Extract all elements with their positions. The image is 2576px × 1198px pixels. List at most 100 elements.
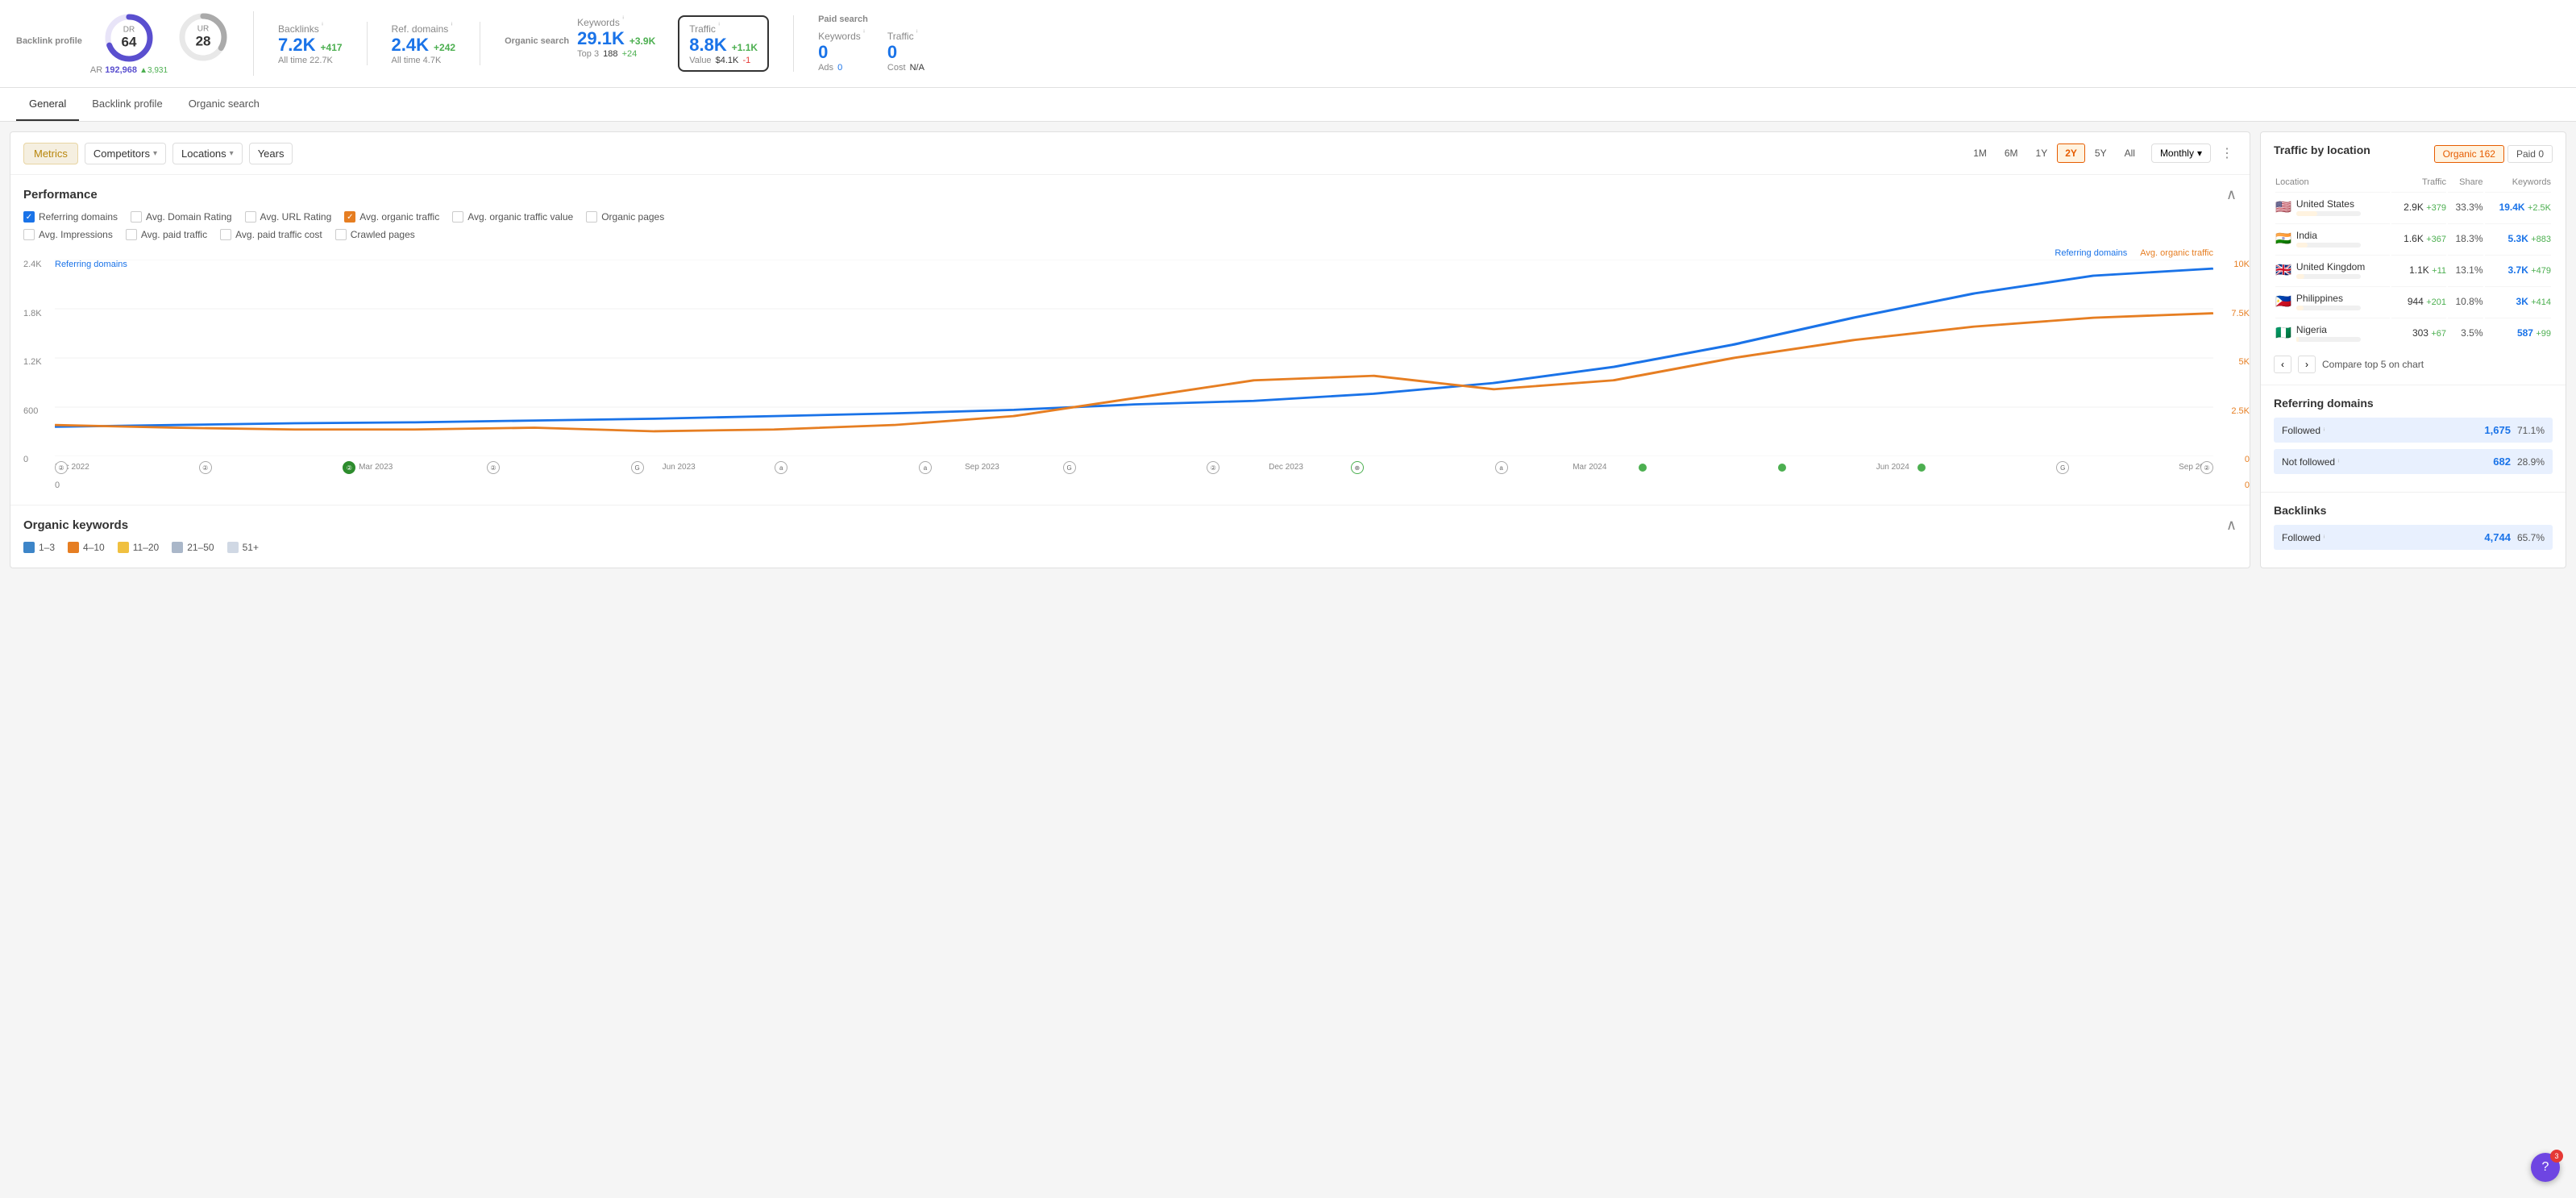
compare-row: ‹ › Compare top 5 on chart bbox=[2274, 356, 2553, 373]
paid-keywords-info-icon[interactable]: ⁱ bbox=[863, 29, 865, 38]
keywords-info-icon[interactable]: ⁱ bbox=[622, 15, 624, 24]
tab-organic[interactable]: Organic 162 bbox=[2434, 145, 2504, 163]
backlinks-info-icon[interactable]: ⁱ bbox=[322, 22, 323, 31]
years-button[interactable]: Years bbox=[249, 143, 293, 164]
help-button[interactable]: ? 3 bbox=[2531, 1153, 2560, 1182]
cb-avg-organic-traffic-value[interactable]: Avg. organic traffic value bbox=[452, 211, 573, 223]
event-dot-10[interactable]: ⊕ bbox=[1351, 461, 1364, 474]
cb-avg-url-rating-box bbox=[245, 211, 256, 223]
event-dot-11[interactable]: a bbox=[1495, 461, 1508, 474]
ref-val-0: 1,675 bbox=[2484, 424, 2511, 436]
paid-traffic-metric: Traffic ⁱ 0 Cost N/A bbox=[887, 29, 924, 73]
next-arrow[interactable]: › bbox=[2298, 356, 2316, 373]
event-dot-13[interactable] bbox=[1778, 464, 1786, 472]
keywords-sub-value: 188 bbox=[603, 49, 617, 59]
cb-organic-pages[interactable]: Organic pages bbox=[586, 211, 664, 223]
ref-label-0: Followed ⁱ bbox=[2282, 425, 2484, 436]
tab-paid[interactable]: Paid 0 bbox=[2507, 145, 2553, 163]
bl-label-0: Followed ⁱ bbox=[2282, 532, 2484, 543]
backlink-row-0: Followed ⁱ 4,744 65.7% bbox=[2274, 525, 2553, 550]
location-row-0: 🇺🇸 United States 2.9K +379 33.3% 19.4K +… bbox=[2275, 192, 2551, 222]
tab-general[interactable]: General bbox=[16, 88, 79, 121]
chart-y-axis-right: 10K 7.5K 5K 2.5K 0 bbox=[2217, 260, 2250, 464]
ur-value: 28 bbox=[196, 34, 211, 50]
paid-keywords-value: 0 bbox=[818, 42, 865, 63]
cb-avg-impressions[interactable]: Avg. Impressions bbox=[23, 229, 113, 240]
event-dot-16[interactable]: ② bbox=[2200, 461, 2213, 474]
traffic-delta-3: +201 bbox=[2426, 297, 2446, 307]
chart-event-dots: ② ② ② ② G a a G ② ⊕ a G ② bbox=[55, 461, 2213, 474]
ar-delta: ▲3,931 bbox=[139, 66, 168, 75]
y-left-bottom-0: 0 bbox=[55, 480, 60, 490]
cb-avg-organic-traffic[interactable]: ✓ Avg. organic traffic bbox=[344, 211, 439, 223]
flag-4: 🇳🇬 bbox=[2275, 325, 2291, 341]
cb-avg-url-rating-label: Avg. URL Rating bbox=[260, 211, 332, 223]
ok-range-4-10[interactable]: 4–10 bbox=[68, 542, 105, 553]
ar-label: AR bbox=[90, 65, 102, 75]
event-dot-9[interactable]: ② bbox=[1207, 461, 1219, 474]
time-all[interactable]: All bbox=[2117, 144, 2143, 163]
ref-domains-metric: Ref. domains ⁱ 2.4K +242 All time 4.7K bbox=[392, 22, 456, 65]
ok-range-1-3[interactable]: 1–3 bbox=[23, 542, 55, 553]
nav-tabs: General Backlink profile Organic search bbox=[0, 88, 2576, 122]
cb-avg-paid-traffic[interactable]: Avg. paid traffic bbox=[126, 229, 207, 240]
share-val-3: 10.8% bbox=[2455, 296, 2483, 307]
time-1y[interactable]: 1Y bbox=[2028, 144, 2056, 163]
event-dot-1[interactable]: ② bbox=[55, 461, 68, 474]
y-left-0: 0 bbox=[23, 455, 52, 464]
ref-domains-info-icon[interactable]: ⁱ bbox=[451, 22, 453, 31]
metrics-button[interactable]: Metrics bbox=[23, 143, 78, 164]
more-options-button[interactable]: ⋮ bbox=[2217, 142, 2237, 164]
competitors-dropdown[interactable]: Competitors ▾ bbox=[85, 143, 166, 164]
traffic-info-icon[interactable]: ⁱ bbox=[718, 22, 720, 31]
ref-pct-0: 71.1% bbox=[2517, 425, 2545, 436]
locations-dropdown[interactable]: Locations ▾ bbox=[172, 143, 243, 164]
backlinks-title: Backlinks bbox=[2274, 504, 2553, 517]
tab-organic-search[interactable]: Organic search bbox=[176, 88, 272, 121]
prev-arrow[interactable]: ‹ bbox=[2274, 356, 2291, 373]
time-6m[interactable]: 6M bbox=[1996, 144, 2026, 163]
cb-avg-paid-traffic-cost-label: Avg. paid traffic cost bbox=[235, 229, 322, 240]
ok-range-21-50-color bbox=[172, 542, 183, 553]
compare-label: Compare top 5 on chart bbox=[2322, 359, 2424, 370]
time-1m[interactable]: 1M bbox=[1965, 144, 1995, 163]
cb-organic-pages-label: Organic pages bbox=[601, 211, 664, 223]
ar-value: 192,968 bbox=[105, 65, 137, 75]
time-range-buttons: 1M 6M 1Y 2Y 5Y All Monthly ▾ bbox=[1965, 144, 2211, 163]
organic-keywords-section: Organic keywords ∧ bbox=[10, 505, 2250, 542]
ok-range-51-plus[interactable]: 51+ bbox=[227, 542, 259, 553]
event-dot-15[interactable]: G bbox=[2056, 461, 2069, 474]
monthly-dropdown[interactable]: Monthly ▾ bbox=[2151, 144, 2211, 163]
event-dot-4[interactable]: ② bbox=[487, 461, 500, 474]
event-dot-8[interactable]: G bbox=[1063, 461, 1076, 474]
event-dot-14[interactable] bbox=[1917, 464, 1926, 472]
event-dot-7[interactable]: a bbox=[919, 461, 932, 474]
event-dot-5[interactable]: G bbox=[631, 461, 644, 474]
event-dot-3-highlight[interactable]: ② bbox=[343, 461, 355, 474]
event-dot-12[interactable] bbox=[1639, 464, 1647, 472]
ur-label: UR bbox=[196, 25, 211, 34]
y-right-5k: 5K bbox=[2217, 357, 2250, 367]
traffic-delta: +1.1K bbox=[732, 42, 758, 53]
event-dot-6[interactable]: a bbox=[775, 461, 787, 474]
event-dot-2[interactable]: ② bbox=[199, 461, 212, 474]
cb-crawled-pages[interactable]: Crawled pages bbox=[335, 229, 415, 240]
kw-val-1: 5.3K bbox=[2508, 233, 2528, 244]
backlinks-value: 7.2K bbox=[278, 35, 315, 56]
cb-avg-domain-rating[interactable]: Avg. Domain Rating bbox=[131, 211, 232, 223]
tab-backlink-profile[interactable]: Backlink profile bbox=[79, 88, 175, 121]
cb-referring-domains[interactable]: ✓ Referring domains bbox=[23, 211, 118, 223]
cb-avg-paid-traffic-cost[interactable]: Avg. paid traffic cost bbox=[220, 229, 322, 240]
chart-svg-area bbox=[55, 260, 2213, 456]
cb-avg-url-rating[interactable]: Avg. URL Rating bbox=[245, 211, 332, 223]
backlinks-label: Backlinks bbox=[278, 23, 319, 35]
keywords-delta: +3.9K bbox=[629, 35, 655, 47]
cb-referring-domains-label: Referring domains bbox=[39, 211, 118, 223]
time-5y[interactable]: 5Y bbox=[2087, 144, 2115, 163]
ok-range-21-50[interactable]: 21–50 bbox=[172, 542, 214, 553]
time-2y[interactable]: 2Y bbox=[2057, 144, 2085, 163]
ok-range-11-20[interactable]: 11–20 bbox=[118, 542, 159, 553]
organic-keywords-collapse-button[interactable]: ∧ bbox=[2226, 517, 2237, 534]
performance-collapse-button[interactable]: ∧ bbox=[2226, 186, 2237, 203]
paid-traffic-info-icon[interactable]: ⁱ bbox=[916, 29, 918, 38]
